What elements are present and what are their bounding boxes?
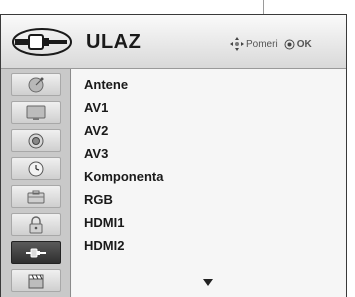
navigation-hint: Pomeri OK — [230, 37, 312, 51]
list-item-av1[interactable]: AV1 — [72, 96, 346, 119]
film-clapper-icon — [28, 274, 44, 288]
list-item-antenna[interactable]: Antene — [72, 73, 346, 96]
page-title: ULAZ — [86, 31, 142, 53]
clock-icon — [28, 161, 44, 176]
scroll-down-arrow-icon[interactable] — [203, 279, 213, 286]
ok-button-icon — [284, 39, 295, 49]
list-item-av3[interactable]: AV3 — [72, 142, 346, 165]
sidebar-item-time[interactable] — [11, 157, 61, 180]
input-source-list: Antene AV1 AV2 AV3 Komponenta RGB HDMI1 … — [72, 69, 346, 297]
move-hint-label: Pomeri — [246, 38, 278, 50]
input-plug-icon — [26, 248, 46, 257]
ok-hint-label: OK — [296, 38, 312, 50]
category-sidebar — [1, 69, 71, 297]
menu-header: ULAZ Pomeri OK — [1, 15, 346, 69]
toolbox-icon — [27, 190, 45, 203]
top-divider-line — [263, 0, 264, 14]
input-plug-icon — [12, 28, 72, 56]
sidebar-item-antenna[interactable] — [11, 73, 61, 96]
list-item-component[interactable]: Komponenta — [72, 165, 346, 188]
speaker-icon — [28, 133, 44, 148]
satellite-dish-icon — [28, 77, 44, 92]
list-item-hdmi1[interactable]: HDMI1 — [72, 211, 346, 234]
move-arrows-icon — [230, 37, 244, 51]
tv-screen-icon — [26, 105, 46, 120]
input-menu-panel: ULAZ Pomeri OK Antene AV1 AV2 AV3 Kompon… — [0, 14, 347, 297]
sidebar-item-lock[interactable] — [11, 213, 61, 236]
sidebar-item-picture[interactable] — [11, 101, 61, 124]
sidebar-item-audio[interactable] — [11, 129, 61, 152]
list-item-av2[interactable]: AV2 — [72, 119, 346, 142]
list-item-rgb[interactable]: RGB — [72, 188, 346, 211]
sidebar-item-options[interactable] — [11, 185, 61, 208]
lock-icon — [29, 215, 43, 233]
sidebar-item-input[interactable] — [11, 241, 61, 264]
sidebar-item-usb[interactable] — [11, 269, 61, 292]
list-item-hdmi2[interactable]: HDMI2 — [72, 234, 346, 257]
